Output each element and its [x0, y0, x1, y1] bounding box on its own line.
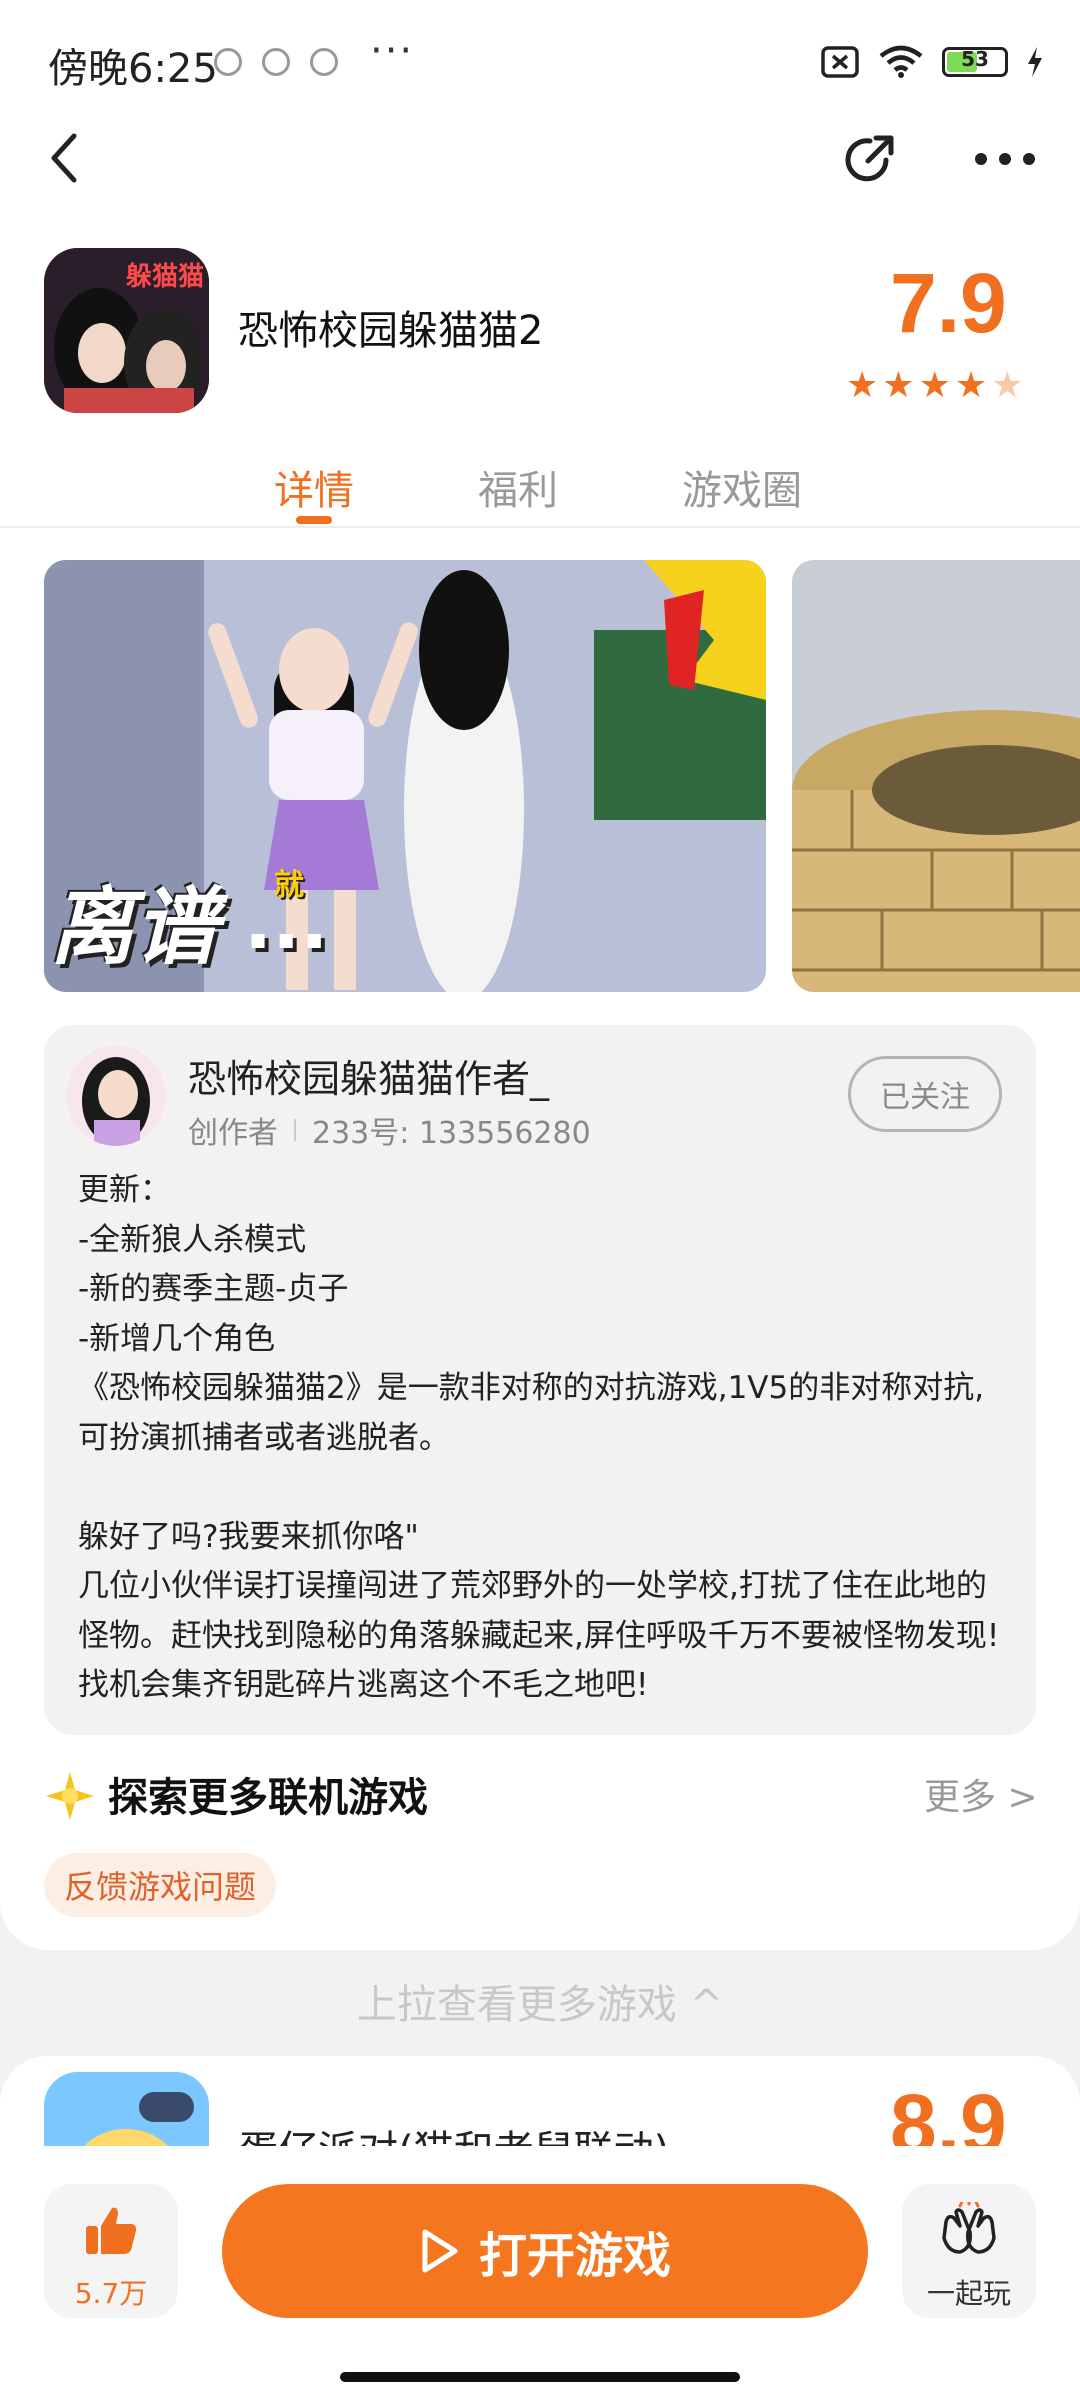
- battery-level: 53: [961, 47, 989, 71]
- pull-more-hint: 上拉查看更多游戏 ^: [356, 1982, 724, 2028]
- thumbs-up-icon: [86, 2207, 137, 2254]
- top-nav: [0, 120, 1080, 250]
- notification-icon: [214, 48, 242, 76]
- open-game-label: 打开游戏: [478, 2228, 671, 2284]
- no-sim-icon: [821, 46, 859, 78]
- author-role: 创作者: [188, 1116, 278, 1151]
- like-count: 5.7万: [74, 2277, 148, 2310]
- author-avatar[interactable]: [66, 1046, 166, 1146]
- tab-welfare[interactable]: 福利: [478, 458, 558, 516]
- rating-score: 7.9: [890, 256, 1007, 350]
- game-title: 恐怖校园躲猫猫2: [238, 308, 544, 354]
- follow-button[interactable]: 已关注: [848, 1056, 1002, 1132]
- screenshot-2[interactable]: [792, 560, 1080, 992]
- sparkle-icon: [46, 1772, 94, 1820]
- status-right-icons: 53: [820, 40, 1044, 84]
- star-icon: ★: [882, 365, 915, 406]
- tab-indicator: [296, 516, 332, 524]
- status-time: 傍晚6:25: [48, 46, 218, 92]
- status-more-icon: ···: [370, 28, 415, 74]
- notification-icon: [310, 48, 338, 76]
- tab-game-circle[interactable]: 游戏圈: [682, 458, 802, 516]
- play-together-label: 一起玩: [926, 2277, 1011, 2310]
- author-name[interactable]: 恐怖校园躲猫猫作者_: [188, 1048, 549, 1103]
- explore-more-link[interactable]: 更多 >: [924, 1768, 1038, 1820]
- game-description: 更新： -全新狼人杀模式 -新的赛季主题-贞子 -新增几个角色 《恐怖校园躲猫猫…: [78, 1172, 1000, 1703]
- meta-divider: [294, 1119, 296, 1141]
- charging-icon: [1028, 47, 1042, 77]
- star-icon: ★: [918, 365, 951, 406]
- clapping-hands-icon: [942, 2202, 996, 2254]
- screenshot-caption-tail: ...: [244, 880, 329, 966]
- author-meta: 创作者 233号: 133556280: [188, 1108, 591, 1152]
- feedback-chip[interactable]: 反馈游戏问题: [44, 1853, 277, 1917]
- open-game-button[interactable]: 打开游戏: [222, 2184, 868, 2318]
- share-icon[interactable]: [840, 130, 898, 188]
- notification-icon: [262, 48, 290, 76]
- explore-title: 探索更多联机游戏: [108, 1775, 428, 1821]
- back-arrow-icon[interactable]: [44, 130, 88, 186]
- home-indicator[interactable]: [340, 2372, 740, 2382]
- author-id: 233号: 133556280: [312, 1116, 591, 1151]
- rating-stars: ★ ★ ★ ★ ★: [846, 366, 1023, 406]
- battery-icon: 53: [942, 47, 1008, 77]
- wifi-icon: [879, 45, 923, 78]
- tab-details[interactable]: 详情: [274, 458, 354, 516]
- screenshot-1[interactable]: 离谱 就 ...: [44, 560, 766, 992]
- star-icon: ★: [846, 365, 879, 406]
- tab-bar: 详情 福利 游戏圈: [0, 450, 1080, 528]
- star-icon: ★: [954, 365, 988, 406]
- game-icon: 躲猫猫: [44, 248, 209, 413]
- play-icon: [422, 2229, 458, 2273]
- more-dots-icon[interactable]: [974, 152, 1036, 166]
- screenshot-caption: 离谱: [50, 878, 219, 976]
- game-icon-text: 躲猫猫: [126, 262, 205, 292]
- star-icon: ★: [991, 365, 1024, 406]
